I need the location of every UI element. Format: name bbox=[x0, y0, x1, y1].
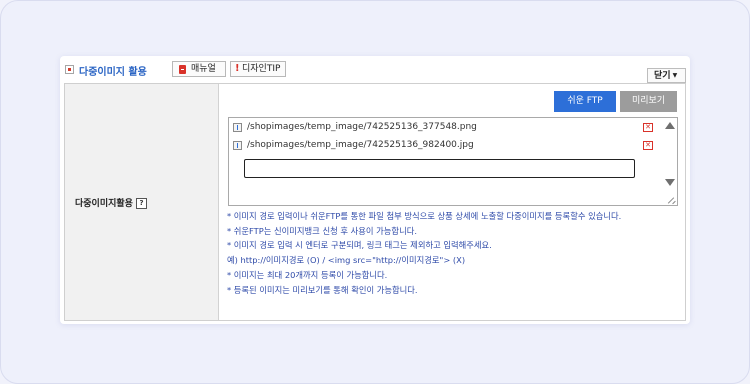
image-icon bbox=[65, 65, 74, 74]
delete-icon[interactable]: ✕ bbox=[643, 123, 653, 132]
exclamation-icon: ! bbox=[235, 63, 240, 74]
close-dropdown-button[interactable]: 닫기 ▼ bbox=[647, 68, 686, 83]
design-tip-button[interactable]: ! 디자인TIP bbox=[230, 61, 286, 77]
chevron-down-icon: ▼ bbox=[672, 72, 678, 79]
design-tip-label: 디자인TIP bbox=[242, 64, 281, 74]
delete-icon[interactable]: ✕ bbox=[643, 141, 653, 150]
file-path: /shopimages/temp_image/742525136_377548.… bbox=[247, 122, 477, 132]
help-notes: * 이미지 경로 입력이나 쉬운FTP를 통한 파일 첨부 방식으로 상품 상세… bbox=[227, 209, 683, 297]
manual-button[interactable]: 매뉴얼 bbox=[172, 61, 226, 77]
resize-grip-icon[interactable] bbox=[667, 195, 676, 204]
close-label: 닫기 bbox=[654, 71, 671, 81]
field-label: 다중이미지활용? bbox=[75, 196, 147, 209]
file-row: /shopimages/temp_image/742525136_982400.… bbox=[233, 140, 659, 153]
scroll-down-arrow-icon[interactable] bbox=[665, 179, 675, 186]
download-icon[interactable] bbox=[233, 141, 242, 150]
manual-label: 매뉴얼 bbox=[191, 64, 216, 74]
note-line: * 이미지 경로 입력이나 쉬운FTP를 통한 파일 첨부 방식으로 상품 상세… bbox=[227, 211, 622, 221]
scroll-up-arrow-icon[interactable] bbox=[665, 122, 675, 129]
multi-image-panel: 다중이미지 활용 매뉴얼 ! 디자인TIP 닫기 ▼ 다중이미지활용? 쉬운 FT… bbox=[60, 56, 690, 324]
easy-ftp-button[interactable]: 쉬운 FTP bbox=[554, 91, 616, 112]
file-row: /shopimages/temp_image/742525136_377548.… bbox=[233, 122, 659, 135]
panel-title: 다중이미지 활용 bbox=[79, 67, 147, 78]
form-table: 다중이미지활용? 쉬운 FTP 미리보기 /shopimages/temp_im… bbox=[64, 83, 686, 321]
note-line: * 이미지 경로 입력 시 엔터로 구분되며, 링크 태그는 제외하고 입력해주… bbox=[227, 240, 492, 251]
help-icon[interactable]: ? bbox=[135, 198, 147, 209]
note-line: * 쉬운FTP는 신이미지뱅크 신청 후 사용이 가능합니다. bbox=[227, 225, 417, 236]
image-path-listbox[interactable]: /shopimages/temp_image/742525136_377548.… bbox=[228, 117, 678, 206]
panel-header: 다중이미지 활용 매뉴얼 ! 디자인TIP bbox=[64, 61, 686, 79]
image-path-input[interactable] bbox=[244, 159, 635, 178]
note-line: 예) http://이미지경로 (O) / <img src="http://이… bbox=[227, 255, 466, 266]
field-label-cell: 다중이미지활용? bbox=[65, 84, 219, 320]
note-line: * 이미지는 최대 20개까지 등록이 가능합니다. bbox=[227, 269, 388, 280]
document-icon bbox=[179, 65, 186, 74]
file-path: /shopimages/temp_image/742525136_982400.… bbox=[247, 140, 474, 150]
note-line: * 등록된 이미지는 미리보기를 통해 확인이 가능합니다. bbox=[227, 284, 418, 295]
preview-button[interactable]: 미리보기 bbox=[620, 91, 677, 112]
scrollbar[interactable] bbox=[662, 118, 677, 205]
field-label-text: 다중이미지활용 bbox=[75, 199, 133, 209]
download-icon[interactable] bbox=[233, 123, 242, 132]
